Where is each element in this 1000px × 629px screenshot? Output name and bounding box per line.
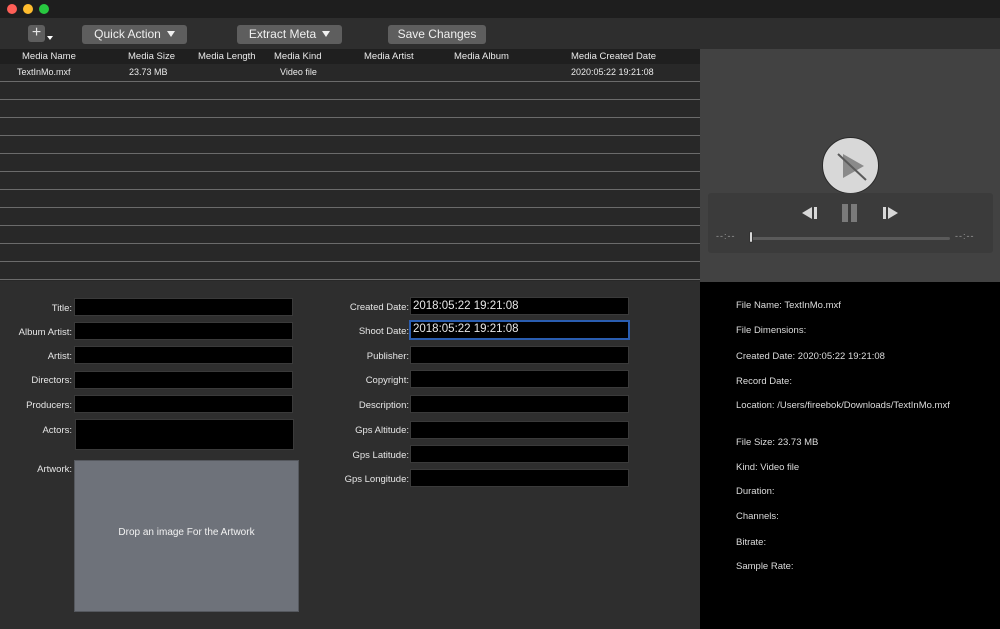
step-backward-icon[interactable] xyxy=(801,206,819,220)
empty-table-row xyxy=(0,244,700,262)
empty-table-row xyxy=(0,172,700,190)
empty-table-row xyxy=(0,154,700,172)
metadata-form: Title: Album Artist: Artist: Directors: … xyxy=(0,282,700,629)
add-media-button[interactable]: + xyxy=(28,25,45,42)
seek-slider[interactable] xyxy=(750,237,950,240)
toolbar: + Quick Action Extract Meta Save Changes xyxy=(0,18,1000,49)
video-player: --:-- --:-- xyxy=(700,49,1000,282)
album-artist-input[interactable] xyxy=(74,322,293,340)
step-forward-icon[interactable] xyxy=(882,206,900,220)
empty-table-row xyxy=(0,190,700,208)
column-header-media-name[interactable]: Media Name xyxy=(22,51,76,62)
info-file-name: File Name: TextInMo.mxf xyxy=(736,300,841,311)
info-location: Location: /Users/fireebok/Downloads/Text… xyxy=(736,400,950,411)
app-window: + Quick Action Extract Meta Save Changes… xyxy=(0,0,1000,629)
publisher-label: Publisher: xyxy=(366,351,409,362)
description-input[interactable] xyxy=(410,395,629,413)
info-created-date: Created Date: 2020:05:22 19:21:08 xyxy=(736,351,885,362)
caret-down-icon xyxy=(166,31,175,37)
plus-icon: + xyxy=(31,24,42,41)
save-changes-label: Save Changes xyxy=(397,27,477,41)
column-header-media-length[interactable]: Media Length xyxy=(198,51,256,62)
actors-label: Actors: xyxy=(42,425,72,436)
play-disabled-button[interactable] xyxy=(822,137,879,194)
table-row[interactable]: TextInMo.mxf 23.73 MB Video file 2020:05… xyxy=(0,64,700,82)
artwork-placeholder: Drop an image For the Artwork xyxy=(118,527,255,538)
actors-input[interactable] xyxy=(75,419,294,450)
cell-media-size: 23.73 MB xyxy=(129,67,168,77)
shoot-date-input[interactable]: 2018:05:22 19:21:08 xyxy=(409,320,630,340)
close-window-button[interactable] xyxy=(7,4,17,14)
producers-label: Producers: xyxy=(26,400,72,411)
info-file-dimensions: File Dimensions: xyxy=(736,325,807,336)
gps-longitude-label: Gps Longitude: xyxy=(344,474,409,485)
info-duration: Duration: xyxy=(736,486,775,497)
producers-input[interactable] xyxy=(74,395,293,413)
info-kind: Kind: Video file xyxy=(736,462,800,473)
pause-icon[interactable] xyxy=(841,203,859,223)
empty-table-row xyxy=(0,262,700,280)
cell-media-created-date: 2020:05:22 19:21:08 xyxy=(571,67,654,77)
cell-media-kind: Video file xyxy=(280,67,317,77)
info-sample-rate: Sample Rate: xyxy=(736,561,794,572)
add-menu-caret-icon[interactable] xyxy=(47,36,53,40)
title-input[interactable] xyxy=(74,298,293,316)
directors-label: Directors: xyxy=(31,375,72,386)
album-artist-label: Album Artist: xyxy=(18,327,72,338)
copyright-label: Copyright: xyxy=(365,375,409,386)
info-record-date: Record Date: xyxy=(736,376,792,387)
minimize-window-button[interactable] xyxy=(23,4,33,14)
description-label: Description: xyxy=(358,400,409,411)
total-time: --:-- xyxy=(955,231,975,241)
empty-table-row xyxy=(0,100,700,118)
artwork-drop-zone[interactable]: Drop an image For the Artwork xyxy=(74,460,299,612)
seek-slider-knob[interactable] xyxy=(749,231,753,243)
empty-table-row xyxy=(0,226,700,244)
column-header-media-kind[interactable]: Media Kind xyxy=(274,51,322,62)
gps-longitude-input[interactable] xyxy=(410,469,629,487)
created-date-input[interactable]: 2018:05:22 19:21:08 xyxy=(410,297,629,315)
current-time: --:-- xyxy=(716,231,736,241)
artwork-label: Artwork: xyxy=(37,464,72,475)
gps-altitude-label: Gps Altitude: xyxy=(355,425,409,436)
save-changes-button[interactable]: Save Changes xyxy=(388,25,486,44)
extract-meta-label: Extract Meta xyxy=(248,27,317,41)
info-channels: Channels: xyxy=(736,511,779,522)
publisher-input[interactable] xyxy=(410,346,629,364)
file-info-panel: File Name: TextInMo.mxf File Dimensions:… xyxy=(700,282,1000,629)
gps-altitude-input[interactable] xyxy=(410,421,629,439)
info-bitrate: Bitrate: xyxy=(736,537,767,548)
empty-table-row xyxy=(0,208,700,226)
quick-action-button[interactable]: Quick Action xyxy=(82,25,187,44)
quick-action-label: Quick Action xyxy=(94,27,161,41)
extract-meta-button[interactable]: Extract Meta xyxy=(237,25,342,44)
column-header-media-created-date[interactable]: Media Created Date xyxy=(571,51,656,62)
column-header-media-artist[interactable]: Media Artist xyxy=(364,51,414,62)
cell-media-name: TextInMo.mxf xyxy=(17,67,71,77)
column-header-media-size[interactable]: Media Size xyxy=(128,51,175,62)
zoom-window-button[interactable] xyxy=(39,4,49,14)
empty-table-row xyxy=(0,118,700,136)
empty-table-row xyxy=(0,136,700,154)
caret-down-icon xyxy=(322,31,331,37)
gps-latitude-input[interactable] xyxy=(410,445,629,463)
artist-label: Artist: xyxy=(47,351,72,362)
gps-latitude-label: Gps Latitude: xyxy=(352,450,409,461)
play-slashed-icon xyxy=(837,153,867,181)
info-file-size: File Size: 23.73 MB xyxy=(736,437,819,448)
table-header: Media Name Media Size Media Length Media… xyxy=(0,49,700,64)
directors-input[interactable] xyxy=(74,371,293,389)
player-controls: --:-- --:-- xyxy=(708,193,993,253)
shoot-date-label: Shoot Date: xyxy=(358,326,409,337)
media-table: Media Name Media Size Media Length Media… xyxy=(0,49,700,281)
copyright-input[interactable] xyxy=(410,370,629,388)
column-header-media-album[interactable]: Media Album xyxy=(454,51,509,62)
artist-input[interactable] xyxy=(74,346,293,364)
title-label: Title: xyxy=(51,303,72,314)
created-date-label: Created Date: xyxy=(349,302,409,313)
empty-table-row xyxy=(0,82,700,100)
title-bar xyxy=(0,0,1000,18)
